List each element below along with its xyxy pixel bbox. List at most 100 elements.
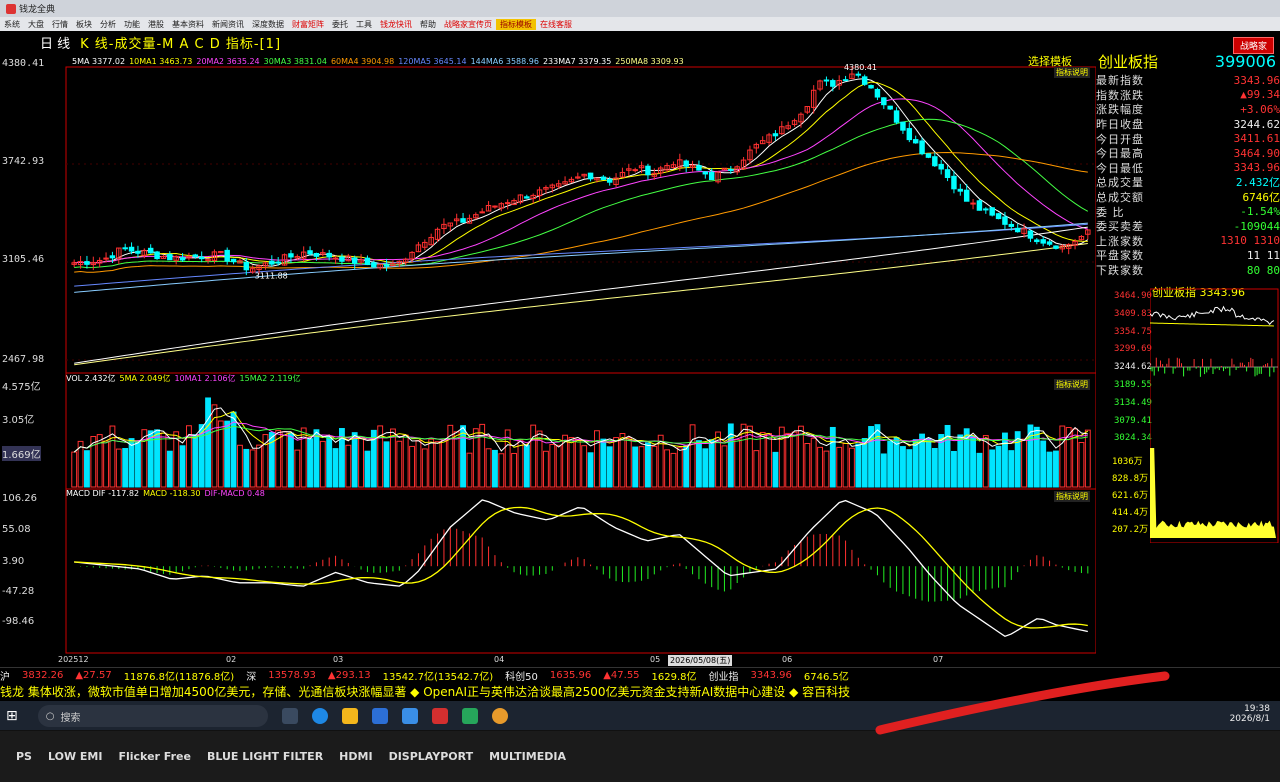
stat-key: 总成交量 xyxy=(1096,176,1144,190)
edge-browser-icon[interactable] xyxy=(311,708,328,724)
stat-row: 委 比 -1.54% xyxy=(1096,204,1280,219)
ticker-item-1: 3832.26 xyxy=(22,670,64,681)
tray-time: 19:38 xyxy=(1244,704,1270,714)
macd-indicator-note[interactable]: 指标说明 xyxy=(1054,491,1090,502)
ticker-item-13: 3343.96 xyxy=(750,670,792,681)
stat-row: 今日开盘 3411.61 xyxy=(1096,131,1280,146)
menu-bar: 系统 大盘 行情 板块 分析 功能 港股 基本资料 新闻资讯 深度数据 财富矩阵 委托 工具 钱龙快讯 帮助… xyxy=(0,17,1280,31)
wps-icon[interactable] xyxy=(431,708,448,724)
stat-row: 指数涨跌 ▲99.34 xyxy=(1096,88,1280,103)
stat-row: 总成交额 6746亿 xyxy=(1096,190,1280,205)
stat-value: 3411.61 xyxy=(1233,132,1280,146)
stat-value: -1.54% xyxy=(1240,205,1280,219)
app-logo-icon xyxy=(6,3,16,14)
stat-value: 80 80 xyxy=(1246,263,1280,277)
app-green-icon[interactable] xyxy=(461,708,478,724)
stat-row: 最新指数 3343.96 xyxy=(1096,73,1280,88)
stat-value: -109044 xyxy=(1233,219,1280,233)
qianlong-app-icon[interactable] xyxy=(491,708,508,724)
menu-item-11[interactable]: 委托 xyxy=(328,19,352,30)
menu-item-2[interactable]: 行情 xyxy=(48,19,72,30)
mini-vol-y-label-4: 207.2万 xyxy=(1112,525,1149,535)
template-selector[interactable]: 选择模板 xyxy=(1028,53,1072,69)
mini-vol-y-label-0: 1036万 xyxy=(1112,457,1143,467)
mini-y-label-0: 3464.90 xyxy=(1114,291,1152,301)
ticker-item-2: ▲27.57 xyxy=(75,670,112,681)
stat-value: 3343.96 xyxy=(1233,73,1280,87)
volume-indicator-note[interactable]: 指标说明 xyxy=(1054,379,1090,390)
menu-item-17[interactable]: 在线客服 xyxy=(536,19,576,30)
stat-value: 3244.62 xyxy=(1233,117,1280,131)
ticker-item-4: 深 xyxy=(246,672,257,683)
ticker-item-12: 创业指 xyxy=(708,672,739,683)
x-axis-label-7: 07 xyxy=(933,655,944,664)
system-tray[interactable]: 19:38 2026/8/1 xyxy=(1230,704,1270,724)
intraday-mini-chart[interactable] xyxy=(1150,283,1280,543)
stat-key: 涨跌幅度 xyxy=(1096,103,1144,117)
search-placeholder: 搜索 xyxy=(60,712,81,724)
ticker-item-3: 11876.8亿(11876.8亿) xyxy=(123,672,235,683)
menu-item-9[interactable]: 深度数据 xyxy=(248,19,288,30)
ticker-item-0: 沪 xyxy=(0,672,10,683)
menu-item-0[interactable]: 系统 xyxy=(0,19,24,30)
taskbar-search[interactable]: ○ 搜索 xyxy=(37,705,268,727)
mini-y-label-6: 3134.49 xyxy=(1114,397,1152,408)
chart-header: 日 线 K 线-成交量-M A C D 指标-[1] xyxy=(0,33,1096,52)
mini-y-label-4: 3244.62 xyxy=(1114,362,1152,373)
bezel-label-5: DISPLAYPORT xyxy=(388,750,474,763)
x-axis-label-6: 06 xyxy=(782,655,793,664)
menu-item-4[interactable]: 分析 xyxy=(96,19,120,30)
menu-item-13[interactable]: 钱龙快讯 xyxy=(376,19,416,30)
task-view-icon[interactable] xyxy=(281,708,298,724)
stat-key: 今日最高 xyxy=(1096,147,1144,161)
x-axis-label-4: 05 xyxy=(650,655,661,664)
mini-y-label-1: 3409.83 xyxy=(1114,308,1152,319)
low-label: 3111.88 xyxy=(255,272,288,281)
stat-row: 下跌家数 80 80 xyxy=(1096,263,1280,278)
stat-key: 下跌家数 xyxy=(1096,264,1144,278)
stat-value: 2.432亿 xyxy=(1235,176,1280,190)
stat-row: 委买卖差 -109044 xyxy=(1096,219,1280,234)
menu-item-6[interactable]: 港股 xyxy=(144,19,168,30)
bezel-label-2: Flicker Free xyxy=(118,750,191,763)
mini-vol-y-label-3: 414.4万 xyxy=(1112,508,1149,518)
stat-key: 今日最低 xyxy=(1096,161,1144,175)
stat-key: 委 比 xyxy=(1096,205,1125,219)
stat-row: 总成交量 2.432亿 xyxy=(1096,175,1280,190)
file-explorer-icon[interactable] xyxy=(341,708,358,724)
stat-value: ▲99.34 xyxy=(1240,88,1280,102)
mini-vol-y-label-1: 828.8万 xyxy=(1112,474,1149,484)
mini-y-label-5: 3189.55 xyxy=(1114,380,1152,390)
menu-item-5[interactable]: 功能 xyxy=(120,19,144,30)
menu-item-10[interactable]: 财富矩阵 xyxy=(288,19,328,30)
monitor-bezel: PS LOW EMI Flicker Free BLUE LIGHT FILTER HD… xyxy=(0,731,1280,782)
news-ticker[interactable]: 钱龙 集体收涨，微软市值单日增加4500亿美元，存储、光通信板块涨幅显著 ◆ O… xyxy=(0,683,1280,700)
period-tab[interactable]: 日 线 xyxy=(40,33,70,52)
stat-value: 3464.90 xyxy=(1233,146,1280,160)
stat-key: 总成交额 xyxy=(1096,191,1144,205)
kline-chart[interactable]: 4380.41 3111.88 xyxy=(0,51,1096,666)
mail-icon[interactable] xyxy=(401,708,418,724)
stat-key: 今日开盘 xyxy=(1096,132,1144,146)
search-icon: ○ xyxy=(45,710,55,722)
menu-item-7[interactable]: 基本资料 xyxy=(168,19,208,30)
bezel-label-0: PS xyxy=(16,750,32,763)
menu-item-15[interactable]: 战略家宣传页 xyxy=(440,19,496,30)
stat-key: 上涨家数 xyxy=(1096,234,1144,248)
index-stats: 最新指数 3343.96 指数涨跌 ▲99.34 涨跌幅度 +3.06% 昨日收盘 3244.… xyxy=(1096,73,1280,277)
ticker-item-8: 科创50 xyxy=(505,672,538,683)
x-axis-label-2: 03 xyxy=(333,655,344,664)
menu-item-3[interactable]: 板块 xyxy=(72,19,96,30)
windows-taskbar: ⊞ ○ 搜索 xyxy=(0,701,1280,730)
stat-value: 11 11 xyxy=(1246,248,1280,262)
menu-item-1[interactable]: 大盘 xyxy=(24,19,48,30)
store-icon[interactable] xyxy=(371,708,388,724)
ticker-item-14: 6746.5亿 xyxy=(803,672,849,683)
ticker-item-9: 1635.96 xyxy=(549,670,592,681)
stat-value: 6746亿 xyxy=(1242,191,1280,205)
menu-item-14[interactable]: 帮助 xyxy=(416,19,440,30)
menu-item-12[interactable]: 工具 xyxy=(352,19,376,30)
menu-item-16[interactable]: 指标模板 xyxy=(496,18,536,30)
start-button[interactable]: ⊞ xyxy=(6,708,18,724)
menu-item-8[interactable]: 新闻资讯 xyxy=(208,19,248,30)
